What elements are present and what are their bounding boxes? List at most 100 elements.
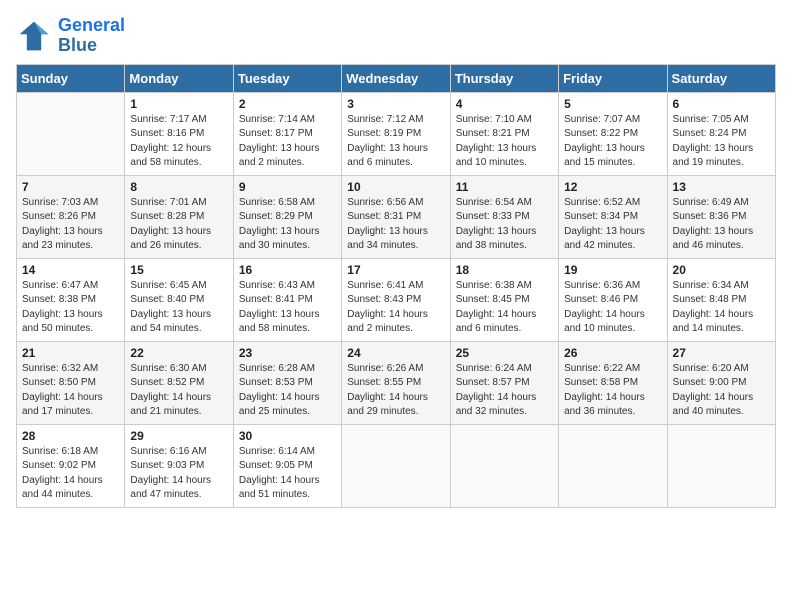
calendar-cell: 11 Sunrise: 6:54 AMSunset: 8:33 PMDayligh… <box>450 175 558 258</box>
calendar-cell: 30 Sunrise: 6:14 AMSunset: 9:05 PMDayligh… <box>233 424 341 507</box>
page-header: General Blue <box>16 16 776 56</box>
calendar-cell: 10Sunrise: 6:56 AMSunset: 8:31 PMDayligh… <box>342 175 450 258</box>
day-number: 8 <box>130 180 227 194</box>
calendar-cell: 25Sunrise: 6:24 AMSunset: 8:57 PMDayligh… <box>450 341 558 424</box>
day-info: Sunrise: 6:20 AMSunset: 9:00 PMDaylight:… <box>673 362 770 420</box>
calendar-cell: 5 Sunrise: 7:07 AMSunset: 8:22 PMDaylight… <box>559 92 667 175</box>
day-number: 27 <box>673 346 770 360</box>
calendar-cell: 16 Sunrise: 6:43 AMSunset: 8:41 PMDayligh… <box>233 258 341 341</box>
day-number: 14 <box>22 263 119 277</box>
calendar-cell: 8 Sunrise: 7:01 AMSunset: 8:28 PMDaylight… <box>125 175 233 258</box>
calendar-cell: 18 Sunrise: 6:38 AMSunset: 8:45 PMDayligh… <box>450 258 558 341</box>
day-number: 4 <box>456 97 553 111</box>
day-info: Sunrise: 7:14 AMSunset: 8:17 PMDaylight:… <box>239 113 336 171</box>
day-info: Sunrise: 6:54 AMSunset: 8:33 PMDaylight:… <box>456 196 553 254</box>
day-info: Sunrise: 6:32 AMSunset: 8:50 PMDaylight:… <box>22 362 119 420</box>
day-number: 3 <box>347 97 444 111</box>
day-info: Sunrise: 6:41 AMSunset: 8:43 PMDaylight:… <box>347 279 444 337</box>
day-info: Sunrise: 6:38 AMSunset: 8:45 PMDaylight:… <box>456 279 553 337</box>
calendar-week-row: 7 Sunrise: 7:03 AMSunset: 8:26 PMDaylight… <box>17 175 776 258</box>
day-number: 17 <box>347 263 444 277</box>
calendar-cell <box>342 424 450 507</box>
day-info: Sunrise: 6:49 AMSunset: 8:36 PMDaylight:… <box>673 196 770 254</box>
logo-text: General Blue <box>58 16 125 56</box>
day-number: 11 <box>456 180 553 194</box>
day-info: Sunrise: 6:30 AMSunset: 8:52 PMDaylight:… <box>130 362 227 420</box>
day-info: Sunrise: 6:14 AMSunset: 9:05 PMDaylight:… <box>239 445 336 503</box>
day-info: Sunrise: 6:45 AMSunset: 8:40 PMDaylight:… <box>130 279 227 337</box>
col-header-tuesday: Tuesday <box>233 64 341 92</box>
day-number: 28 <box>22 429 119 443</box>
day-info: Sunrise: 7:03 AMSunset: 8:26 PMDaylight:… <box>22 196 119 254</box>
calendar-cell: 29 Sunrise: 6:16 AMSunset: 9:03 PMDayligh… <box>125 424 233 507</box>
calendar-week-row: 14 Sunrise: 6:47 AMSunset: 8:38 PMDayligh… <box>17 258 776 341</box>
day-info: Sunrise: 6:52 AMSunset: 8:34 PMDaylight:… <box>564 196 661 254</box>
col-header-friday: Friday <box>559 64 667 92</box>
calendar-cell: 23 Sunrise: 6:28 AMSunset: 8:53 PMDayligh… <box>233 341 341 424</box>
day-number: 26 <box>564 346 661 360</box>
day-number: 13 <box>673 180 770 194</box>
day-number: 20 <box>673 263 770 277</box>
day-info: Sunrise: 6:26 AMSunset: 8:55 PMDaylight:… <box>347 362 444 420</box>
day-number: 22 <box>130 346 227 360</box>
calendar-cell: 24 Sunrise: 6:26 AMSunset: 8:55 PMDayligh… <box>342 341 450 424</box>
calendar-week-row: 28 Sunrise: 6:18 AMSunset: 9:02 PMDayligh… <box>17 424 776 507</box>
day-info: Sunrise: 6:34 AMSunset: 8:48 PMDaylight:… <box>673 279 770 337</box>
day-number: 18 <box>456 263 553 277</box>
col-header-saturday: Saturday <box>667 64 775 92</box>
logo: General Blue <box>16 16 125 56</box>
calendar-cell: 7 Sunrise: 7:03 AMSunset: 8:26 PMDaylight… <box>17 175 125 258</box>
calendar-cell: 13 Sunrise: 6:49 AMSunset: 8:36 PMDayligh… <box>667 175 775 258</box>
day-info: Sunrise: 7:12 AMSunset: 8:19 PMDaylight:… <box>347 113 444 171</box>
day-number: 5 <box>564 97 661 111</box>
calendar-cell: 2Sunrise: 7:14 AMSunset: 8:17 PMDaylight… <box>233 92 341 175</box>
col-header-monday: Monday <box>125 64 233 92</box>
calendar-cell: 28 Sunrise: 6:18 AMSunset: 9:02 PMDayligh… <box>17 424 125 507</box>
col-header-sunday: Sunday <box>17 64 125 92</box>
day-info: Sunrise: 6:43 AMSunset: 8:41 PMDaylight:… <box>239 279 336 337</box>
calendar-cell: 14 Sunrise: 6:47 AMSunset: 8:38 PMDayligh… <box>17 258 125 341</box>
day-info: Sunrise: 6:16 AMSunset: 9:03 PMDaylight:… <box>130 445 227 503</box>
day-number: 30 <box>239 429 336 443</box>
day-info: Sunrise: 6:22 AMSunset: 8:58 PMDaylight:… <box>564 362 661 420</box>
day-number: 9 <box>239 180 336 194</box>
day-info: Sunrise: 7:10 AMSunset: 8:21 PMDaylight:… <box>456 113 553 171</box>
day-number: 29 <box>130 429 227 443</box>
calendar-cell: 20 Sunrise: 6:34 AMSunset: 8:48 PMDayligh… <box>667 258 775 341</box>
day-info: Sunrise: 6:18 AMSunset: 9:02 PMDaylight:… <box>22 445 119 503</box>
day-info: Sunrise: 7:01 AMSunset: 8:28 PMDaylight:… <box>130 196 227 254</box>
calendar-cell: 6 Sunrise: 7:05 AMSunset: 8:24 PMDaylight… <box>667 92 775 175</box>
day-number: 21 <box>22 346 119 360</box>
calendar-week-row: 1Sunrise: 7:17 AMSunset: 8:16 PMDaylight… <box>17 92 776 175</box>
day-number: 12 <box>564 180 661 194</box>
calendar-week-row: 21 Sunrise: 6:32 AMSunset: 8:50 PMDayligh… <box>17 341 776 424</box>
day-info: Sunrise: 6:58 AMSunset: 8:29 PMDaylight:… <box>239 196 336 254</box>
calendar-table: SundayMondayTuesdayWednesdayThursdayFrid… <box>16 64 776 508</box>
day-number: 23 <box>239 346 336 360</box>
calendar-cell: 4 Sunrise: 7:10 AMSunset: 8:21 PMDaylight… <box>450 92 558 175</box>
day-number: 19 <box>564 263 661 277</box>
calendar-cell: 9 Sunrise: 6:58 AMSunset: 8:29 PMDaylight… <box>233 175 341 258</box>
day-info: Sunrise: 7:05 AMSunset: 8:24 PMDaylight:… <box>673 113 770 171</box>
calendar-header-row: SundayMondayTuesdayWednesdayThursdayFrid… <box>17 64 776 92</box>
day-info: Sunrise: 6:36 AMSunset: 8:46 PMDaylight:… <box>564 279 661 337</box>
calendar-cell: 27 Sunrise: 6:20 AMSunset: 9:00 PMDayligh… <box>667 341 775 424</box>
day-info: Sunrise: 7:07 AMSunset: 8:22 PMDaylight:… <box>564 113 661 171</box>
day-number: 1 <box>130 97 227 111</box>
day-info: Sunrise: 6:47 AMSunset: 8:38 PMDaylight:… <box>22 279 119 337</box>
day-number: 16 <box>239 263 336 277</box>
calendar-cell: 26 Sunrise: 6:22 AMSunset: 8:58 PMDayligh… <box>559 341 667 424</box>
day-number: 7 <box>22 180 119 194</box>
day-number: 6 <box>673 97 770 111</box>
day-info: Sunrise: 6:56 AMSunset: 8:31 PMDaylight:… <box>347 196 444 254</box>
calendar-cell <box>17 92 125 175</box>
calendar-cell: 1Sunrise: 7:17 AMSunset: 8:16 PMDaylight… <box>125 92 233 175</box>
calendar-cell <box>667 424 775 507</box>
calendar-body: 1Sunrise: 7:17 AMSunset: 8:16 PMDaylight… <box>17 92 776 507</box>
calendar-cell: 15Sunrise: 6:45 AMSunset: 8:40 PMDayligh… <box>125 258 233 341</box>
calendar-cell: 19 Sunrise: 6:36 AMSunset: 8:46 PMDayligh… <box>559 258 667 341</box>
day-info: Sunrise: 6:28 AMSunset: 8:53 PMDaylight:… <box>239 362 336 420</box>
day-info: Sunrise: 6:24 AMSunset: 8:57 PMDaylight:… <box>456 362 553 420</box>
day-number: 24 <box>347 346 444 360</box>
calendar-cell: 12 Sunrise: 6:52 AMSunset: 8:34 PMDayligh… <box>559 175 667 258</box>
